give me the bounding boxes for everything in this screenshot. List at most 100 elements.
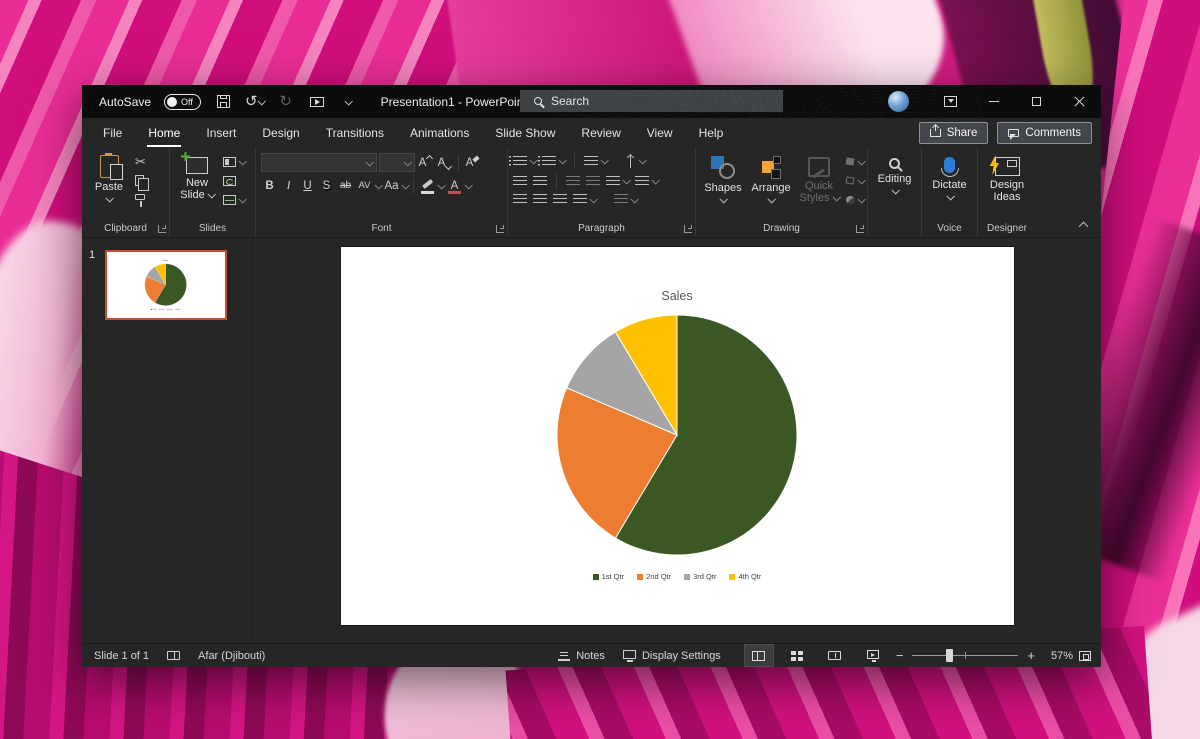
save-button[interactable] <box>214 91 232 113</box>
font-name-combobox[interactable] <box>261 153 377 172</box>
paste-button[interactable]: Paste <box>87 151 131 220</box>
slide-sorter-view-button[interactable] <box>782 644 812 667</box>
tab-animations[interactable]: Animations <box>397 118 482 147</box>
chart-object[interactable]: Sales1st Qtr2nd Qtr3rd Qtr4th Qtr <box>341 247 1014 625</box>
tab-file[interactable]: File <box>90 118 135 147</box>
section-button[interactable] <box>223 193 245 206</box>
zoom-level[interactable]: 57% <box>1043 650 1073 662</box>
redo-button[interactable]: ↻ <box>277 91 295 113</box>
ltr-button[interactable] <box>566 175 580 188</box>
collapse-ribbon-button[interactable] <box>1079 222 1089 232</box>
numbering-button[interactable] <box>542 155 565 168</box>
increase-font-size-button[interactable]: A <box>417 154 434 171</box>
customize-qat-button[interactable] <box>339 91 357 113</box>
chart-title[interactable]: Sales <box>163 259 168 261</box>
strikethrough-button[interactable]: ab <box>337 177 354 194</box>
align-center-button[interactable] <box>533 193 547 206</box>
align-right-button[interactable] <box>553 193 567 206</box>
align-text-button[interactable] <box>635 175 658 188</box>
normal-view-button[interactable] <box>744 644 774 667</box>
decrease-font-size-button[interactable]: A <box>436 154 453 171</box>
fit-slide-to-window-button[interactable] <box>1079 651 1091 661</box>
zoom-in-button[interactable]: + <box>1027 649 1035 662</box>
display-settings-button[interactable]: Display Settings <box>614 644 730 667</box>
search-box[interactable] <box>520 90 783 112</box>
language-indicator[interactable]: Afar (Djibouti) <box>189 644 274 667</box>
comments-button[interactable]: Comments <box>997 122 1092 144</box>
editing-button[interactable]: Editing <box>873 151 917 220</box>
line-spacing-button[interactable] <box>606 175 629 188</box>
notes-button[interactable]: Notes <box>549 644 614 667</box>
text-shadow-button[interactable]: S <box>318 177 335 194</box>
paragraph-dialog-launcher[interactable] <box>684 225 692 233</box>
underline-button[interactable]: U <box>299 177 316 194</box>
tab-insert[interactable]: Insert <box>193 118 249 147</box>
dictate-button[interactable]: Dictate <box>928 151 972 220</box>
copy-button[interactable] <box>135 174 146 187</box>
text-highlight-button[interactable] <box>419 177 436 194</box>
zoom-out-button[interactable]: − <box>896 649 904 662</box>
autosave-toggle[interactable]: Off <box>164 94 201 110</box>
zoom-slider[interactable] <box>912 655 1018 656</box>
font-dialog-launcher[interactable] <box>496 225 504 233</box>
design-ideas-button[interactable]: DesignIdeas <box>985 151 1029 220</box>
rtl-button[interactable] <box>586 175 600 188</box>
tab-help[interactable]: Help <box>686 118 737 147</box>
drawing-dialog-launcher[interactable] <box>856 225 864 233</box>
format-painter-button[interactable] <box>135 193 146 206</box>
quick-styles-button[interactable]: QuickStyles <box>797 151 841 220</box>
bullets-button[interactable] <box>513 155 536 168</box>
justify-button[interactable] <box>573 193 596 206</box>
arrange-button[interactable]: Arrange <box>749 151 793 220</box>
shape-effects-button[interactable] <box>845 193 864 206</box>
slide-indicator[interactable]: Slide 1 of 1 <box>82 644 158 667</box>
tab-design[interactable]: Design <box>249 118 312 147</box>
italic-button[interactable]: I <box>280 177 297 194</box>
shapes-button[interactable]: Shapes <box>701 151 745 220</box>
slide-thumbnail[interactable]: Sales1st Qtr2nd Qtr3rd Qtr4th Qtr <box>105 250 227 320</box>
align-left-button[interactable] <box>513 193 527 206</box>
decrease-indent-button[interactable] <box>513 175 527 188</box>
reset-slide-button[interactable] <box>223 174 245 187</box>
pie-chart[interactable] <box>554 312 800 558</box>
close-button[interactable] <box>1058 85 1101 118</box>
chart-title[interactable]: Sales <box>661 289 692 303</box>
zoom-slider-thumb[interactable] <box>946 649 953 662</box>
character-spacing-button[interactable]: AV <box>356 177 373 194</box>
list-level-button[interactable] <box>584 155 607 168</box>
change-case-button[interactable]: Aa <box>383 177 400 194</box>
font-size-combobox[interactable] <box>379 153 415 172</box>
new-slide-button[interactable]: NewSlide <box>175 151 219 220</box>
convert-to-smartart-button[interactable] <box>614 193 637 206</box>
tab-slide-show[interactable]: Slide Show <box>482 118 568 147</box>
increase-indent-button[interactable] <box>533 175 547 188</box>
font-color-button[interactable]: A <box>446 177 463 194</box>
tab-home[interactable]: Home <box>135 118 193 147</box>
shape-outline-button[interactable] <box>845 174 864 187</box>
start-slideshow-button[interactable] <box>308 91 326 113</box>
minimize-button[interactable] <box>972 85 1015 118</box>
cut-button[interactable]: ✂ <box>135 155 146 168</box>
undo-button[interactable]: ↺ <box>245 91 264 113</box>
slideshow-view-button[interactable] <box>858 644 888 667</box>
share-button[interactable]: Share <box>919 122 989 144</box>
pie-chart[interactable] <box>144 263 187 306</box>
avatar[interactable] <box>888 91 909 112</box>
tab-view[interactable]: View <box>634 118 686 147</box>
display-settings-icon <box>623 650 636 659</box>
tab-transitions[interactable]: Transitions <box>313 118 397 147</box>
chevron-down-icon <box>719 195 727 203</box>
bold-button[interactable]: B <box>261 177 278 194</box>
ribbon-display-options-button[interactable] <box>929 85 972 118</box>
clear-formatting-button[interactable]: A <box>464 154 481 171</box>
spell-check-button[interactable] <box>158 644 189 667</box>
maximize-button[interactable] <box>1015 85 1058 118</box>
slide-canvas[interactable]: Sales1st Qtr2nd Qtr3rd Qtr4th Qtr <box>341 247 1014 625</box>
tab-review[interactable]: Review <box>568 118 633 147</box>
text-direction-button[interactable] <box>627 155 645 168</box>
search-input[interactable] <box>551 94 741 108</box>
slide-layout-button[interactable] <box>223 155 245 168</box>
shape-fill-button[interactable] <box>845 155 864 168</box>
reading-view-button[interactable] <box>820 644 850 667</box>
clipboard-dialog-launcher[interactable] <box>158 225 166 233</box>
